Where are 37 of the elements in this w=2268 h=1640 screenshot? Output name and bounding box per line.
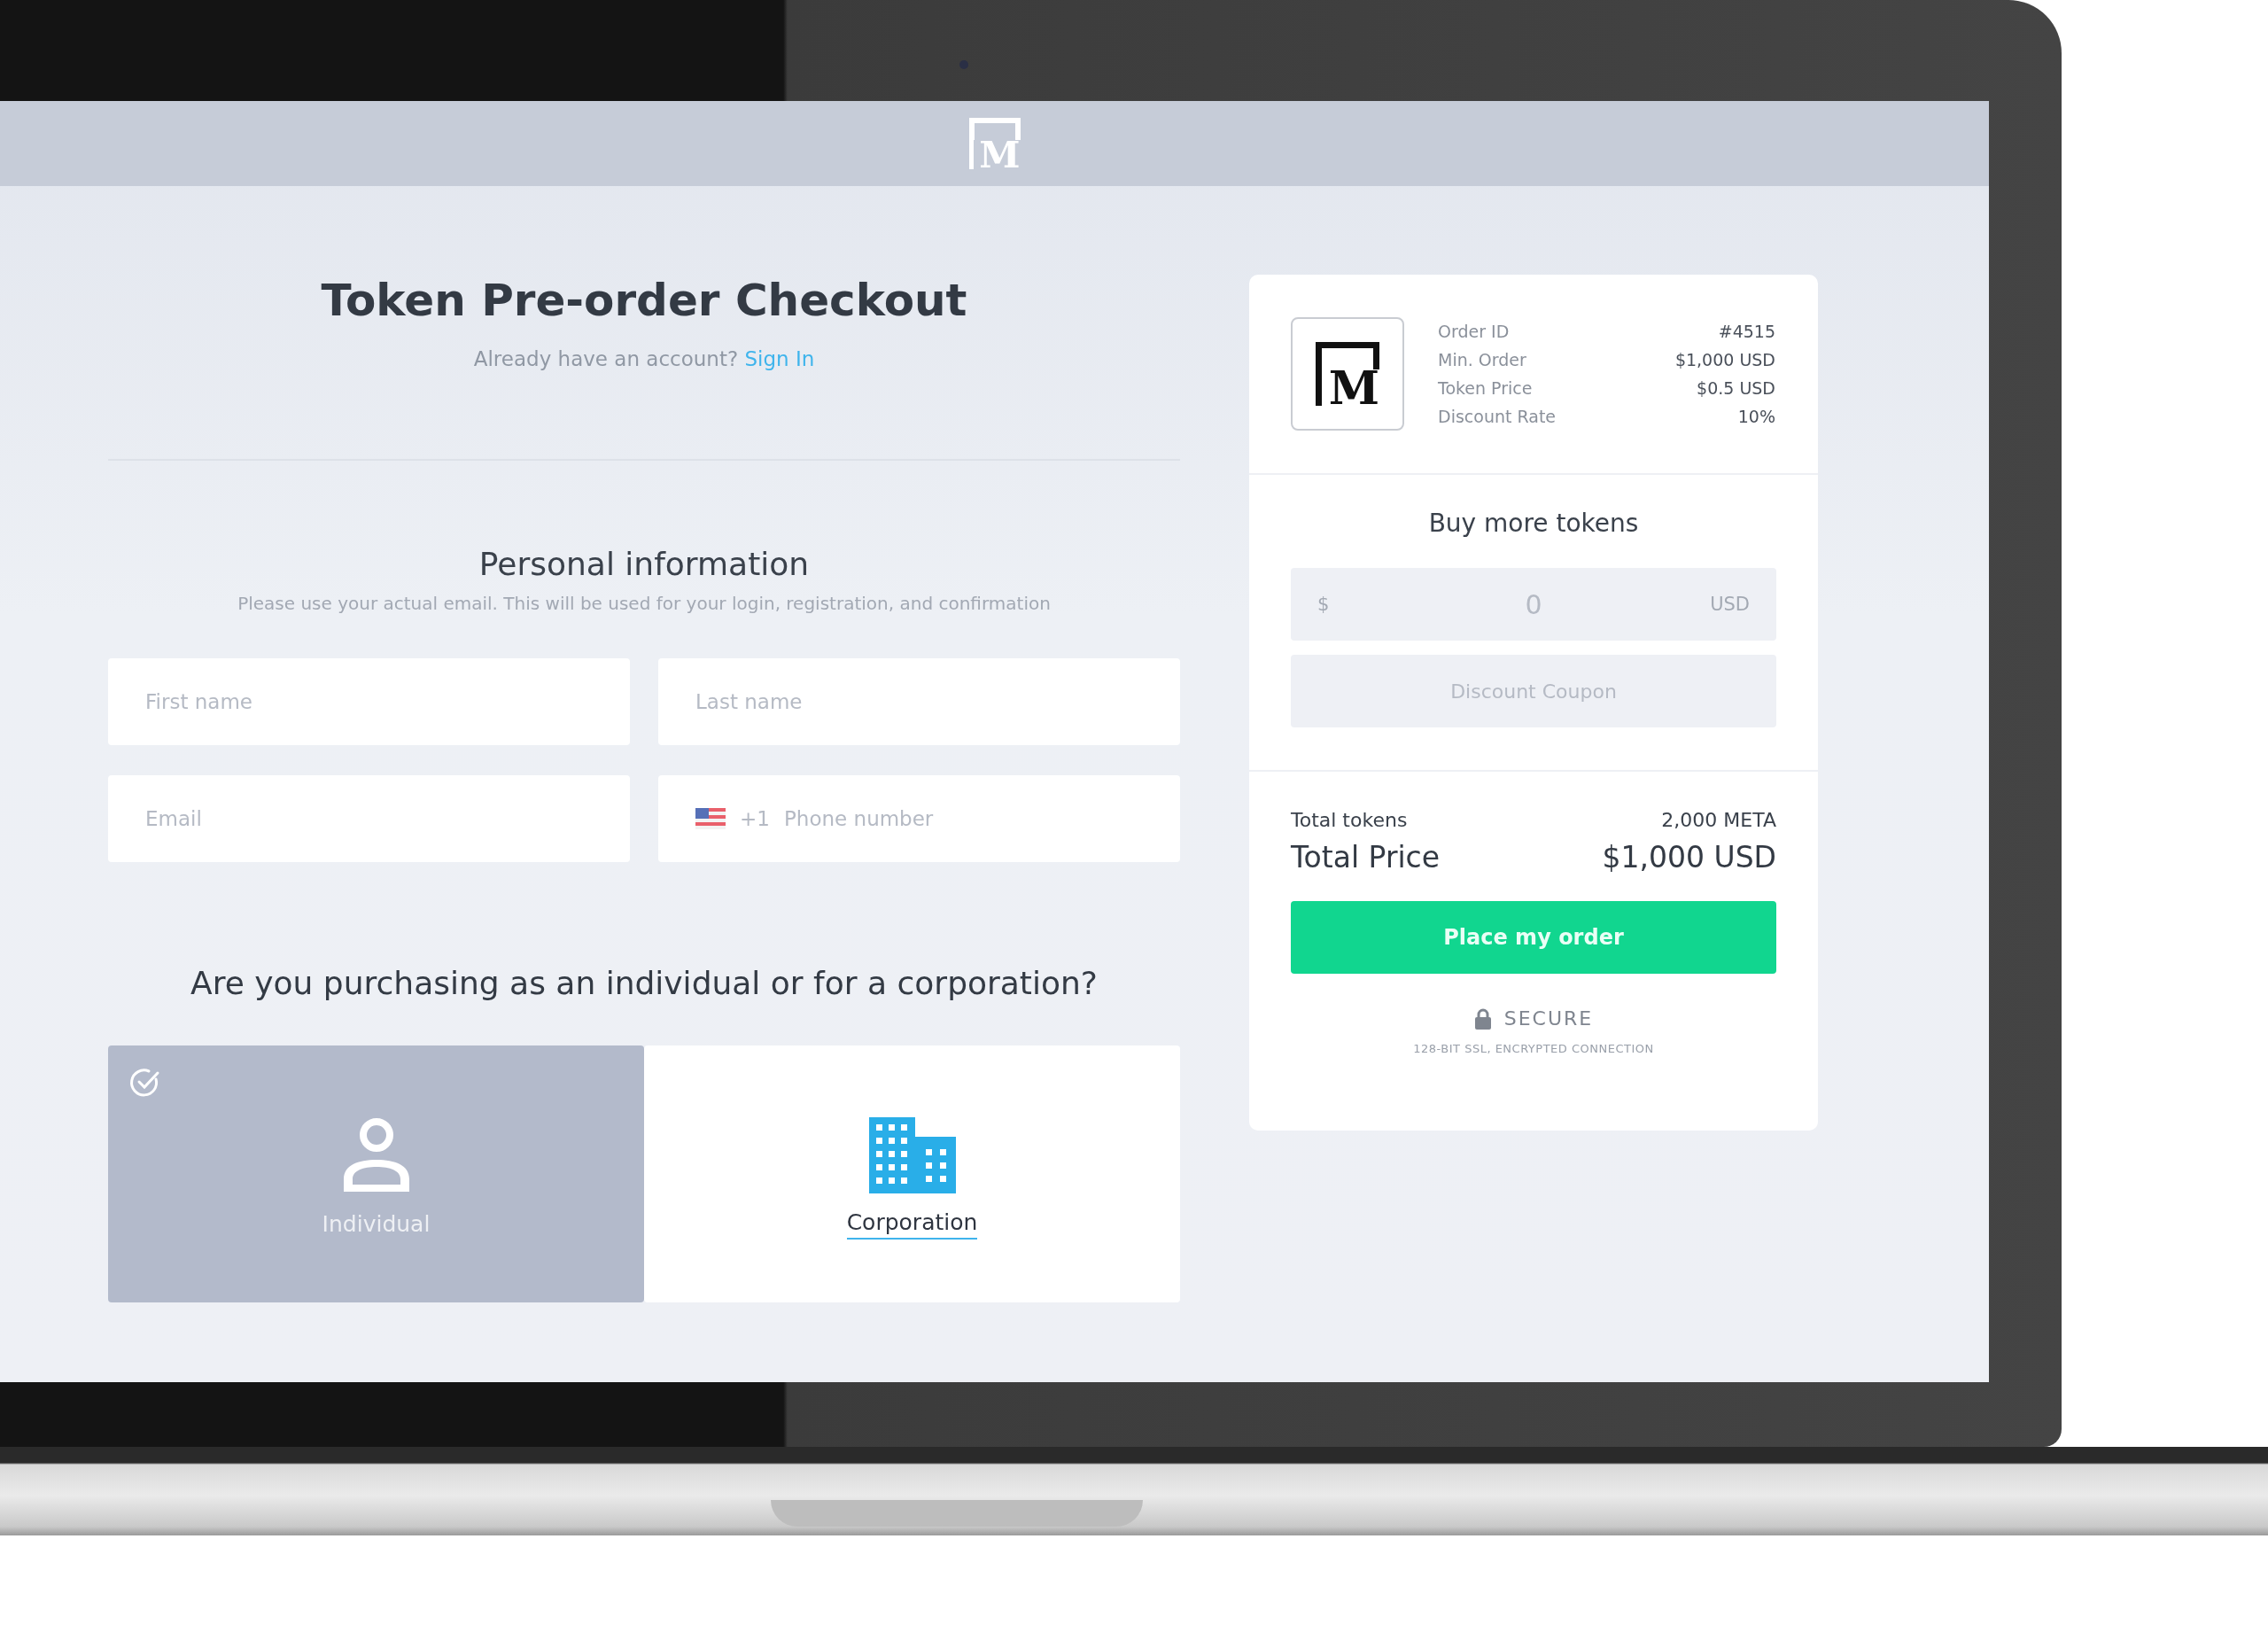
purchaser-option[interactable]: Corporation [644, 1045, 1180, 1302]
coupon-field[interactable]: Discount Coupon [1291, 655, 1776, 727]
logo: M [968, 118, 1021, 169]
detail-value: $0.5 USD [1696, 378, 1775, 398]
text-field[interactable]: Email [108, 775, 630, 862]
text-field[interactable]: First name [108, 658, 630, 745]
page-title: Token Pre-order Checkout [321, 275, 967, 326]
purchaser-option[interactable]: Individual [108, 1045, 644, 1302]
currency-prefix: $ [1317, 593, 1330, 617]
total-price-label: Total Price [1291, 840, 1441, 874]
text-field[interactable]: Last name [658, 658, 1180, 745]
detail-value: 10% [1736, 407, 1775, 426]
detail-label: Order ID [1438, 322, 1511, 341]
section-heading: Personal information [478, 546, 810, 582]
total-tokens-value: 2,000 META [1660, 809, 1776, 831]
account-prompt: Already have an account? Sign In [473, 347, 815, 370]
check-icon [129, 1067, 161, 1099]
currency-suffix: USD [1710, 593, 1750, 617]
detail-value: #4515 [1717, 322, 1775, 341]
detail-label: Discount Rate [1438, 407, 1557, 426]
detail-value: $1,000 USD [1674, 350, 1775, 369]
building-icon [868, 1116, 956, 1193]
secure-note: 128-BIT SSL, ENCRYPTED CONNECTION [1413, 1042, 1654, 1055]
purchaser-question: Are you purchasing as an individual or for a corporation? [190, 965, 1098, 1001]
flag-icon [695, 808, 726, 829]
lock-icon [1473, 1007, 1492, 1030]
detail-label: Token Price [1438, 378, 1534, 398]
total-tokens-label: Total tokens [1291, 809, 1409, 831]
place-order-button[interactable]: Place my order [1291, 901, 1776, 974]
country-code: +1 [740, 807, 770, 830]
sign-in-link[interactable]: Sign In [744, 347, 815, 370]
secure-label: SECURE [1503, 1007, 1594, 1030]
logo: M [1316, 342, 1379, 406]
detail-label: Min. Order [1438, 350, 1527, 369]
section-hint: Please use your actual email. This will be used for your login, registration, and confirmation [237, 593, 1051, 614]
total-price-value: $1,000 USD [1602, 840, 1776, 874]
buy-heading: Buy more tokens [1428, 509, 1639, 538]
